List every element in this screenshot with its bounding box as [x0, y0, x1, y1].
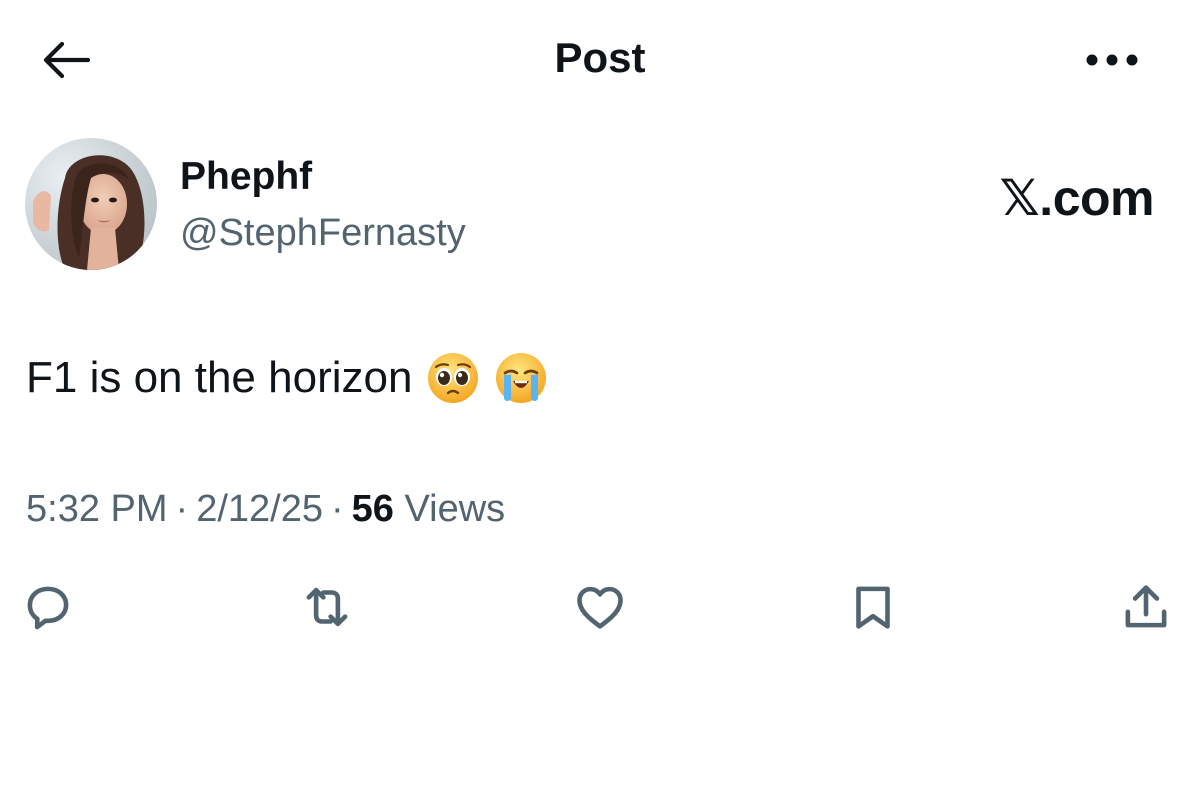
repost-button[interactable] — [295, 575, 359, 639]
post-text: F1 is on the horizon — [26, 353, 413, 402]
views-count[interactable]: 56 — [352, 488, 394, 530]
author-handle[interactable]: @StephFernasty — [180, 208, 466, 258]
share-button[interactable] — [1114, 575, 1178, 639]
views-label[interactable]: Views — [404, 488, 505, 530]
x-com-watermark: 𝕏.com — [999, 170, 1155, 226]
avatar-photo — [25, 138, 157, 270]
author-display-name[interactable]: Phephf — [180, 152, 312, 202]
bookmark-icon — [856, 586, 890, 629]
meta-separator: · — [175, 488, 189, 530]
post-date: 2/12/25 — [196, 488, 323, 530]
heart-icon — [577, 586, 623, 629]
bookmark-button[interactable] — [841, 575, 905, 639]
like-button[interactable] — [568, 575, 632, 639]
meta-separator: · — [330, 488, 344, 530]
share-icon — [1125, 585, 1167, 628]
page-title: Post — [554, 34, 646, 81]
more-options-button[interactable] — [1080, 36, 1144, 84]
post-body: F1 is on the horizon — [26, 348, 548, 408]
loudly-crying-face-emoji — [494, 351, 548, 405]
post-time: 5:32 PM — [26, 488, 168, 530]
post-meta: 5:32 PM · 2/12/25 · 56 Views — [26, 484, 505, 534]
reply-icon — [27, 586, 69, 630]
pleading-face-emoji — [426, 351, 480, 405]
more-horizontal-icon — [1086, 54, 1138, 66]
avatar[interactable] — [25, 138, 157, 270]
repost-icon — [306, 587, 348, 627]
reply-button[interactable] — [16, 575, 80, 639]
